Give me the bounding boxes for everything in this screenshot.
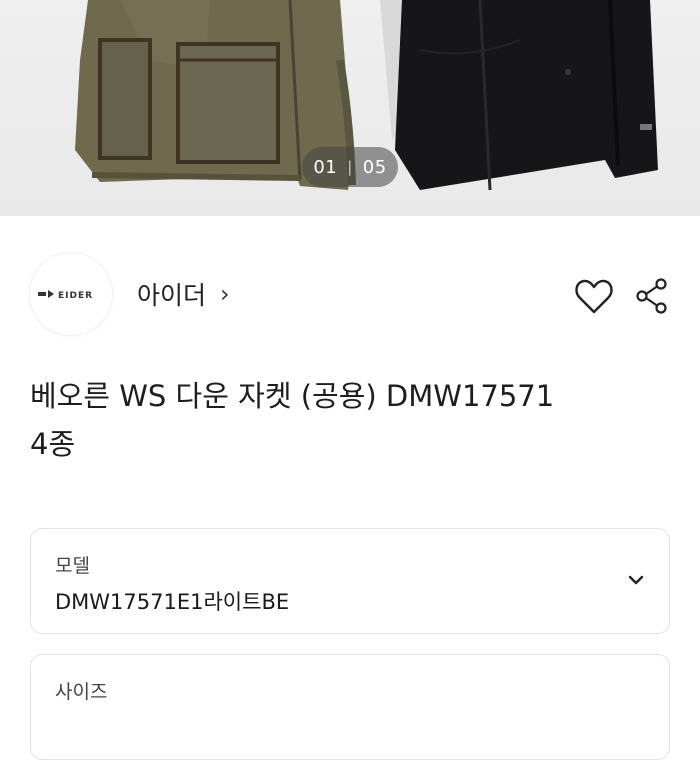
model-select[interactable]: 모델 DMW17571E1라이트BE <box>30 528 670 634</box>
chevron-right-icon: › <box>220 280 230 308</box>
chevron-down-icon <box>628 575 644 585</box>
black-jacket-image <box>380 0 658 191</box>
product-title: 베오른 WS 다운 자켓 (공용) DMW17571 4종 <box>30 379 555 461</box>
model-select-value: DMW17571E1라이트BE <box>55 590 290 614</box>
carousel-page-indicator: 01 | 05 <box>302 147 398 187</box>
brand-link[interactable]: 아이더 › <box>137 276 230 312</box>
eider-logo-icon: EIDER <box>38 290 93 301</box>
brand-row: EIDER 아이더 › <box>0 240 700 350</box>
size-select[interactable]: 사이즈 <box>30 654 670 760</box>
share-icon <box>636 278 667 314</box>
brand-logo-text: EIDER <box>58 291 93 301</box>
carousel-total-pages: 05 <box>362 156 387 178</box>
carousel-separator: | <box>347 158 353 176</box>
like-button[interactable] <box>574 278 614 316</box>
carousel-current-page: 01 <box>313 156 338 178</box>
heart-icon <box>575 279 613 314</box>
brand-logo[interactable]: EIDER <box>30 253 112 335</box>
model-select-label: 모델 <box>55 555 90 577</box>
product-image-carousel[interactable]: 01 | 05 <box>0 0 700 216</box>
brand-name: 아이더 <box>137 281 207 310</box>
share-button[interactable] <box>634 278 670 314</box>
